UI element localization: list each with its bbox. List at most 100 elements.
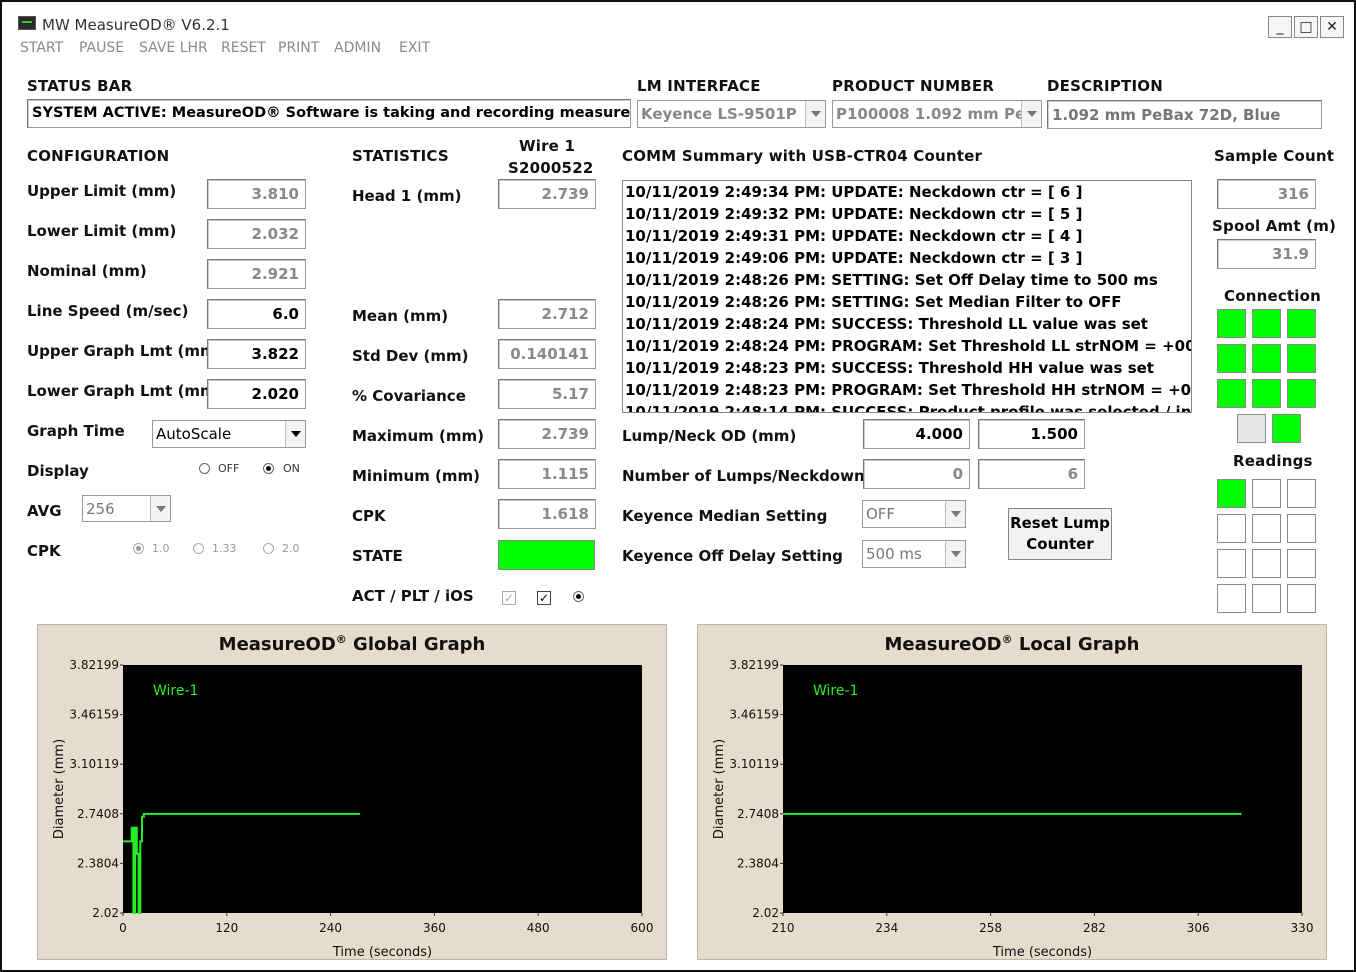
reset-button-line2: Counter [1026,535,1094,553]
status-bar-field: SYSTEM ACTIVE: MeasureOD® Software is ta… [27,99,631,128]
menu-print[interactable]: PRINT [278,40,319,56]
comm-log-line: 10/11/2019 2:48:23 PM: SUCCESS: Threshol… [625,359,1154,377]
description-field: 1.092 mm PeBax 72D, Blue [1047,100,1322,129]
connection-led [1217,309,1246,338]
local-x-tick-label: 234 [875,921,898,935]
local-y-tick-label: 3.46159 [729,708,779,722]
window-title: MW MeasureOD® V6.2.1 [42,16,230,34]
comm-title: COMM Summary with USB-CTR04 Counter [622,147,983,165]
minimize-button[interactable]: _ [1268,16,1292,38]
cpk-1-33-radio[interactable] [193,543,204,554]
display-label: Display [27,462,89,480]
global-x-tick-label: 600 [631,921,654,935]
chevron-down-icon [285,421,305,447]
lump-count-field: 0 [863,459,970,489]
head1-field: 2.739 [498,179,596,209]
line-speed-label: Line Speed (m/sec) [27,302,189,320]
configuration-title: CONFIGURATION [27,147,170,165]
local-x-tick-label: 306 [1187,921,1210,935]
off-delay-value: 500 ms [866,545,922,563]
maximize-button[interactable]: □ [1294,16,1318,38]
upper-graph-label: Upper Graph Lmt (mm) [27,342,223,360]
cpk-1-0-radio[interactable] [133,543,144,554]
comm-log-line: 10/11/2019 2:48:26 PM: SETTING: Set Medi… [625,293,1122,311]
menu-pause[interactable]: PAUSE [79,40,124,56]
avg-label: AVG [27,502,62,520]
chevron-down-icon [945,541,965,567]
cpk-1-33-label: 1.33 [212,542,237,555]
median-select[interactable]: OFF [862,500,966,528]
maximum-label: Maximum (mm) [352,427,484,445]
product-number-select[interactable]: P100008 1.092 mm PeBa [832,100,1042,128]
local-x-tick-label: 210 [772,921,795,935]
lower-limit-label: Lower Limit (mm) [27,222,177,240]
local-y-tick-label: 2.7408 [737,807,779,821]
act-checkbox[interactable]: ✓ [502,591,516,605]
menu-save-lhr[interactable]: SAVE LHR [139,40,208,56]
comm-log[interactable]: 10/11/2019 2:49:34 PM: UPDATE: Neckdown … [622,180,1192,413]
nominal-field: 2.921 [207,259,306,289]
local-y-tick-label: 2.3804 [737,856,779,870]
menu-exit[interactable]: EXIT [399,40,430,56]
cpk-config-label: CPK [27,542,61,560]
comm-log-line: 10/11/2019 2:49:06 PM: UPDATE: Neckdown … [625,249,1083,267]
reading-led [1252,549,1281,578]
global-y-tick-label: 2.7408 [77,807,119,821]
local-y-tick-label: 2.02 [752,906,779,920]
chevron-down-icon [150,496,170,521]
description-label: DESCRIPTION [1047,77,1163,95]
local-graph-panel: MeasureOD® Local Graph 3.82199 3.46159 3.1… [697,624,1327,960]
statistics-title: STATISTICS [352,147,449,165]
close-button[interactable]: ✕ [1320,16,1344,38]
global-x-tick-label: 360 [423,921,446,935]
reading-led [1217,549,1246,578]
comm-log-line: 10/11/2019 2:48:24 PM: SUCCESS: Threshol… [625,315,1148,333]
menu-admin[interactable]: ADMIN [334,40,381,56]
display-off-radio[interactable] [199,463,210,474]
lm-interface-select[interactable]: Keyence LS-9501P [637,100,826,128]
reset-lump-counter-button[interactable]: Reset Lump Counter [1008,508,1112,560]
neck-od-field[interactable]: 1.500 [978,419,1085,449]
reading-led [1287,479,1316,508]
neck-count-field: 6 [978,459,1085,489]
display-off-label: OFF [218,462,240,475]
cpk-2-0-radio[interactable] [263,543,274,554]
spool-amt-field: 31.9 [1217,239,1316,269]
avg-value: 256 [86,500,115,518]
lm-interface-label: LM INTERFACE [637,77,761,95]
avg-select[interactable]: 256 [82,495,171,522]
lump-od-field[interactable]: 4.000 [863,419,970,449]
lower-graph-field[interactable]: 2.020 [207,379,306,409]
upper-graph-field[interactable]: 3.822 [207,339,306,369]
global-y-tick-label: 3.46159 [69,708,119,722]
stddev-label: Std Dev (mm) [352,347,469,365]
comm-log-line: 10/11/2019 2:49:34 PM: UPDATE: Neckdown … [625,183,1083,201]
ios-radio[interactable] [573,591,584,602]
local-plot-area [783,665,1302,913]
cpk-stat-label: CPK [352,507,386,525]
connection-label: Connection [1224,287,1322,305]
graph-time-select[interactable]: AutoScale [152,420,306,448]
state-label: STATE [352,547,403,565]
mean-label: Mean (mm) [352,307,449,325]
local-x-tick-label: 282 [1083,921,1106,935]
off-delay-label: Keyence Off Delay Setting [622,547,843,565]
cpk-1-0-label: 1.0 [152,542,170,555]
global-x-tick-label: 240 [319,921,342,935]
global-y-tick-label: 3.10119 [69,757,119,771]
graph-time-value: AutoScale [156,425,232,443]
line-speed-field[interactable]: 6.0 [207,299,306,329]
reset-button-line1: Reset Lump [1010,514,1110,532]
off-delay-select[interactable]: 500 ms [862,540,966,568]
median-label: Keyence Median Setting [622,507,828,525]
menu-reset[interactable]: RESET [221,40,266,56]
menu-start[interactable]: START [20,40,63,56]
connection-led [1287,379,1316,408]
covariance-field: 5.17 [498,379,596,409]
display-on-radio[interactable] [263,463,274,474]
reading-led [1217,584,1246,613]
minimum-field: 1.115 [498,459,596,489]
lm-interface-value: Keyence LS-9501P [641,105,797,123]
plt-checkbox[interactable]: ✓ [537,591,551,605]
connection-led [1217,379,1246,408]
